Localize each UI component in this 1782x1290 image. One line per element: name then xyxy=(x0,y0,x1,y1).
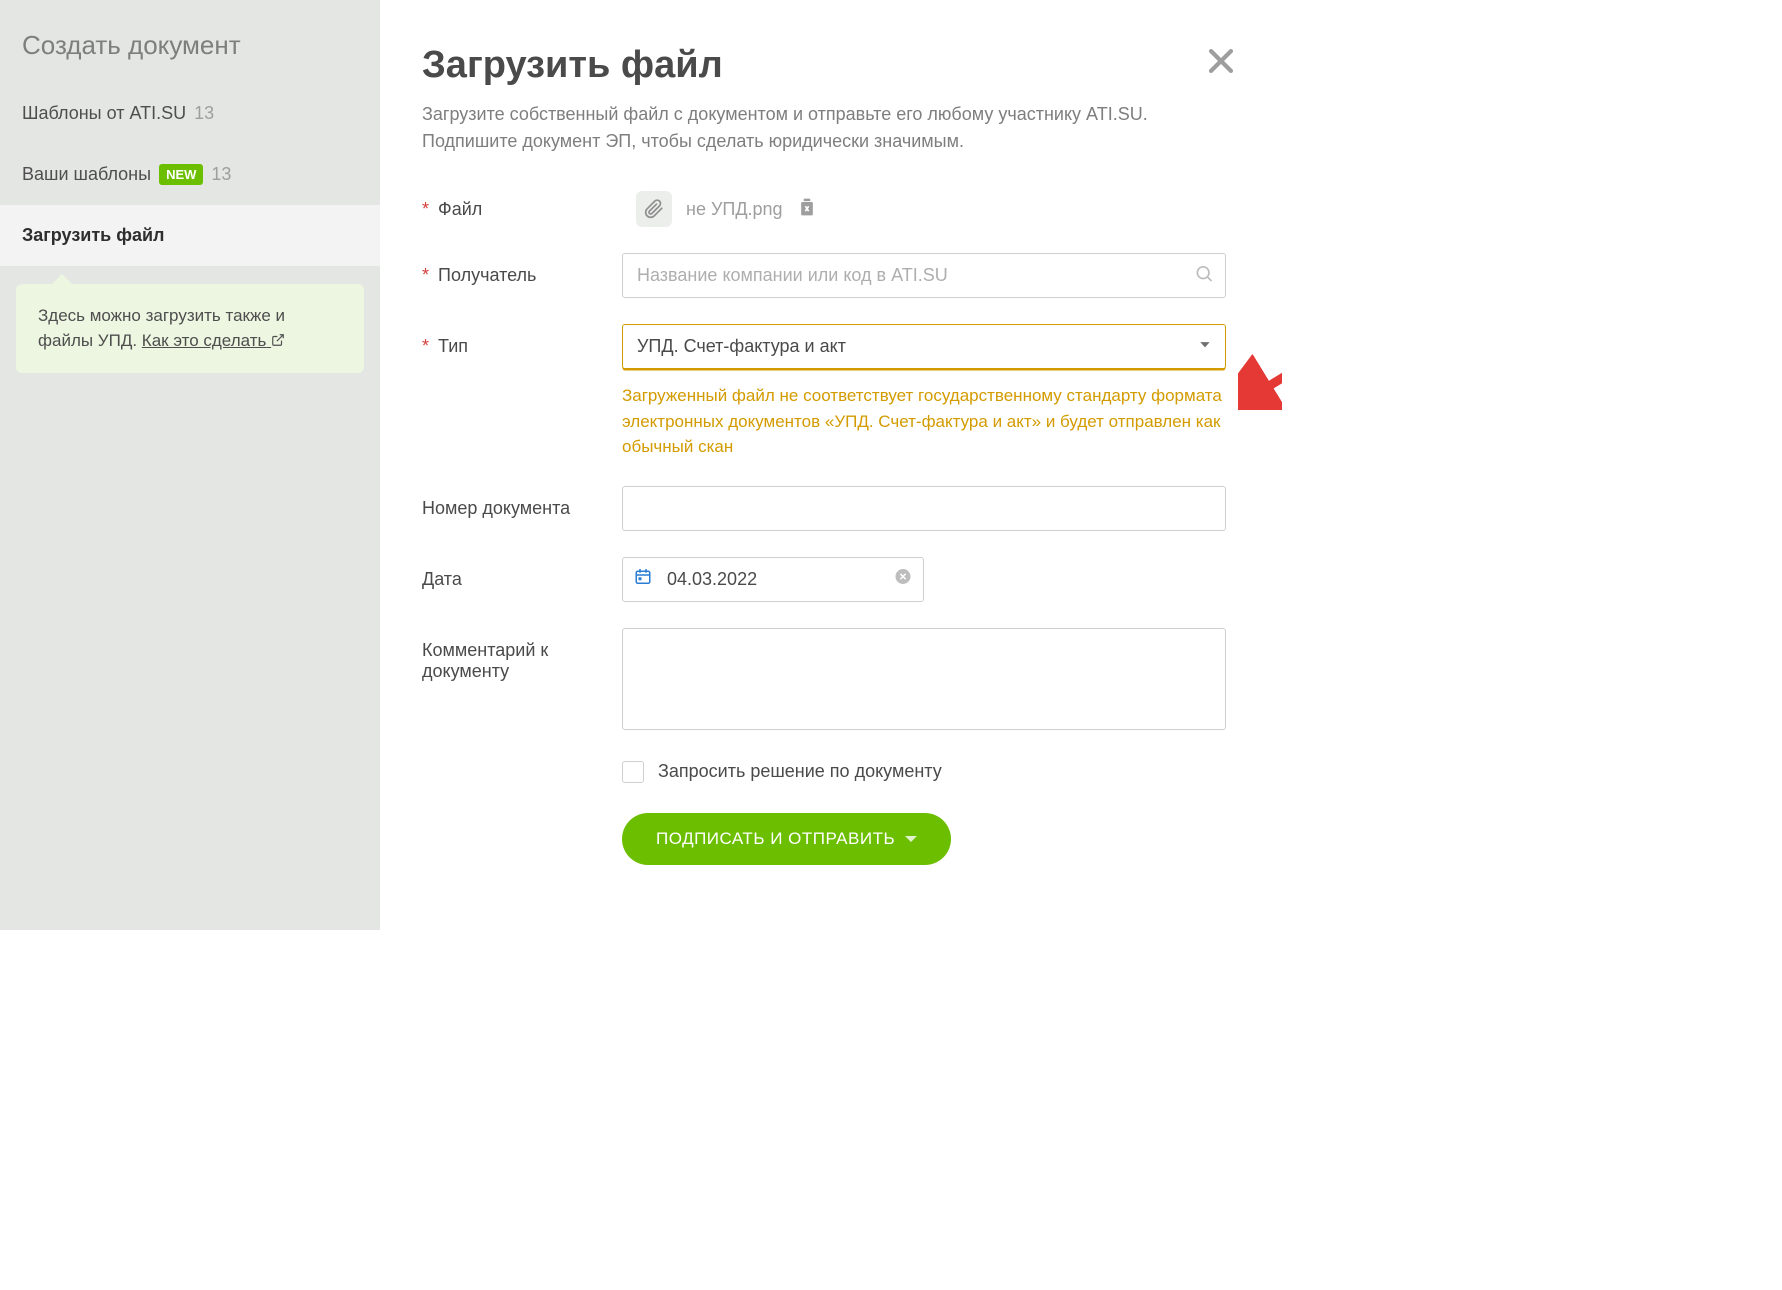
field-date xyxy=(622,557,1226,602)
sidebar-item-count: 13 xyxy=(194,103,214,124)
page-title: Загрузить файл xyxy=(422,44,1226,87)
sidebar-item-ati-templates[interactable]: Шаблоны от ATI.SU 13 xyxy=(0,83,380,144)
row-submit: ПОДПИСАТЬ И ОТПРАВИТЬ xyxy=(622,813,1226,865)
date-input[interactable] xyxy=(622,557,924,602)
label-recipient: * Получатель xyxy=(422,253,622,286)
clear-icon xyxy=(894,568,912,586)
hint-link[interactable]: Как это сделать xyxy=(142,331,285,350)
page-subtitle: Загрузите собственный файл с документом … xyxy=(422,101,1192,155)
sidebar: Создать документ Шаблоны от ATI.SU 13 Ва… xyxy=(0,0,380,930)
hint-box: Здесь можно загрузить также и файлы УПД.… xyxy=(16,284,364,373)
file-attach-button[interactable] xyxy=(636,191,672,227)
sidebar-item-label: Шаблоны от ATI.SU xyxy=(22,103,186,124)
field-file: не УПД.png xyxy=(622,187,1226,227)
annotation-arrow-icon xyxy=(1238,350,1282,410)
label-text: Дата xyxy=(422,569,462,589)
file-name: не УПД.png xyxy=(686,199,783,220)
row-date: Дата xyxy=(422,557,1226,602)
sidebar-item-count: 13 xyxy=(211,164,231,185)
row-type: * Тип УПД. Счет-фактура и акт Загруженны… xyxy=(422,324,1226,460)
label-text: Файл xyxy=(438,199,482,219)
label-text: Номер документа xyxy=(422,498,570,518)
label-file: * Файл xyxy=(422,187,622,220)
required-asterisk: * xyxy=(422,199,429,219)
sidebar-item-label: Загрузить файл xyxy=(22,225,164,246)
hint-arrow-icon xyxy=(52,274,72,284)
close-icon xyxy=(1204,44,1238,78)
row-comment: Комментарий к документу xyxy=(422,628,1226,735)
field-recipient xyxy=(622,253,1226,298)
doc-number-input[interactable] xyxy=(622,486,1226,531)
sidebar-item-label: Ваши шаблоны xyxy=(22,164,151,185)
label-doc-number: Номер документа xyxy=(422,486,622,519)
type-warning-text: Загруженный файл не соответствует госуда… xyxy=(622,383,1226,460)
main-panel: Загрузить файл Загрузите собственный фай… xyxy=(380,0,1282,930)
sidebar-title: Создать документ xyxy=(0,24,380,83)
delete-file-icon xyxy=(797,196,817,218)
sidebar-item-your-templates[interactable]: Ваши шаблоны NEW 13 xyxy=(0,144,380,205)
recipient-input[interactable] xyxy=(622,253,1226,298)
hint-link-label: Как это сделать xyxy=(142,331,267,350)
label-text: Получатель xyxy=(438,265,536,285)
submit-button-label: ПОДПИСАТЬ И ОТПРАВИТЬ xyxy=(656,829,895,849)
required-asterisk: * xyxy=(422,336,429,356)
date-clear-button[interactable] xyxy=(894,568,912,591)
row-file: * Файл не УПД.png xyxy=(422,187,1226,227)
new-badge: NEW xyxy=(159,164,203,185)
external-link-icon xyxy=(271,333,285,347)
field-comment xyxy=(622,628,1226,735)
row-request-decision: Запросить решение по документу xyxy=(622,761,1226,783)
request-decision-checkbox[interactable] xyxy=(622,761,644,783)
chevron-down-icon xyxy=(1198,337,1212,356)
file-delete-button[interactable] xyxy=(797,196,817,223)
sidebar-item-upload[interactable]: Загрузить файл xyxy=(0,205,380,266)
row-recipient: * Получатель xyxy=(422,253,1226,298)
close-button[interactable] xyxy=(1204,44,1238,83)
row-doc-number: Номер документа xyxy=(422,486,1226,531)
chevron-down-icon xyxy=(905,836,917,842)
field-doc-number xyxy=(622,486,1226,531)
label-text: Комментарий к документу xyxy=(422,640,548,681)
calendar-icon[interactable] xyxy=(634,568,652,591)
type-select-value: УПД. Счет-фактура и акт xyxy=(622,324,1226,369)
label-text: Тип xyxy=(438,336,468,356)
label-comment: Комментарий к документу xyxy=(422,628,622,682)
request-decision-label: Запросить решение по документу xyxy=(658,761,942,782)
label-date: Дата xyxy=(422,557,622,590)
search-icon xyxy=(1194,263,1214,288)
label-type: * Тип xyxy=(422,324,622,357)
paperclip-icon xyxy=(644,199,664,219)
field-type: УПД. Счет-фактура и акт Загруженный файл… xyxy=(622,324,1226,460)
date-input-wrap xyxy=(622,557,924,602)
hint-box-wrap: Здесь можно загрузить также и файлы УПД.… xyxy=(0,266,380,391)
submit-button[interactable]: ПОДПИСАТЬ И ОТПРАВИТЬ xyxy=(622,813,951,865)
required-asterisk: * xyxy=(422,265,429,285)
comment-textarea[interactable] xyxy=(622,628,1226,730)
type-select[interactable]: УПД. Счет-фактура и акт xyxy=(622,324,1226,369)
